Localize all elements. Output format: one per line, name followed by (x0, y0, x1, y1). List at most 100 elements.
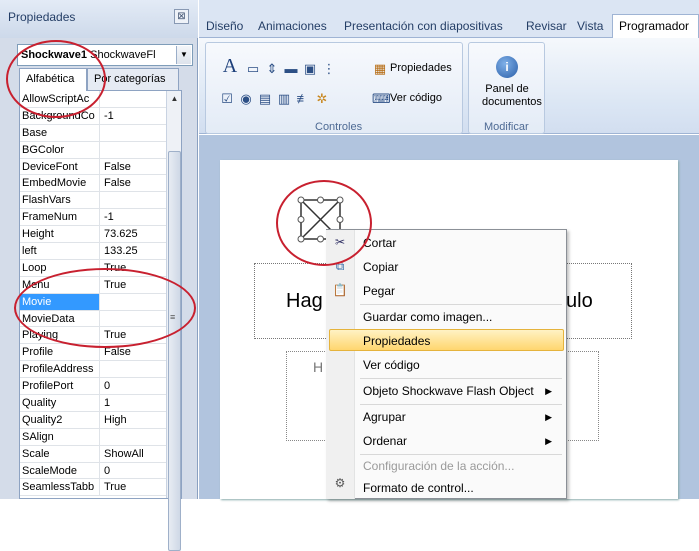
menu-item-label: Pegar (363, 284, 396, 298)
ribbon-tab-design[interactable]: Diseño (206, 19, 243, 33)
subtitle-text: H (313, 359, 324, 375)
scrollbar-control-icon[interactable]: ⋮ (321, 61, 337, 77)
command-button-icon[interactable]: ▬ (283, 61, 299, 77)
property-row[interactable]: BGColor (20, 141, 181, 159)
property-row[interactable]: Base (20, 124, 181, 142)
property-value[interactable]: 0 (101, 463, 165, 479)
menu-item-format-control[interactable]: Formato de control... (355, 477, 560, 499)
document-panel-icon[interactable]: i (496, 56, 518, 78)
properties-icon[interactable]: ▦ (372, 61, 388, 77)
combobox-control-icon[interactable]: ▥ (276, 91, 292, 107)
ribbon-tab-developer[interactable]: Programador (612, 14, 699, 39)
spin-button-icon[interactable]: ⇕ (264, 61, 280, 77)
property-row[interactable]: Quality2 High (20, 411, 181, 429)
menu-item-cut[interactable]: Cortar (355, 232, 560, 254)
property-value[interactable]: False (101, 175, 165, 191)
ribbon-tab-animations[interactable]: Animaciones (258, 19, 327, 33)
menu-item-action-settings: Configuración de la acción... (355, 455, 560, 477)
menu-separator (360, 304, 562, 305)
property-row[interactable]: ScaleMode 0 (20, 462, 181, 480)
property-name: ProfileAddress (20, 361, 100, 378)
property-name: Scale (20, 445, 100, 462)
property-row[interactable]: ProfilePort 0 (20, 378, 181, 396)
submenu-arrow-icon: ▶ (545, 436, 552, 446)
property-name: ScaleMode (20, 462, 100, 479)
option-button-icon[interactable]: ◉ (238, 91, 254, 107)
submenu-arrow-icon: ▶ (545, 412, 552, 422)
property-value[interactable]: -1 (101, 209, 165, 225)
property-row[interactable]: SeamlessTabb True (20, 479, 181, 497)
property-name: DeviceFont (20, 158, 100, 175)
menu-separator (360, 378, 562, 379)
listbox-control-icon[interactable]: ▤ (257, 91, 273, 107)
label-control-icon[interactable]: A (219, 56, 241, 80)
property-row[interactable]: Height 73.625 (20, 226, 181, 244)
property-name: Base (20, 124, 100, 141)
menu-item-shockwave-object[interactable]: Objeto Shockwave Flash Object ▶ (355, 380, 560, 402)
property-value[interactable]: -1 (101, 108, 165, 124)
property-name: Quality2 (20, 411, 100, 428)
property-value[interactable]: False (101, 159, 165, 175)
controls-group-label: Controles (315, 121, 363, 133)
menu-item-view-code[interactable]: Ver código (355, 354, 560, 376)
document-panel-label-2: documentos (482, 96, 542, 108)
property-row[interactable]: ProfileAddress (20, 361, 181, 379)
property-row[interactable]: FrameNum -1 (20, 209, 181, 227)
view-code-button[interactable]: Ver código (390, 92, 442, 104)
property-row[interactable]: DeviceFont False (20, 158, 181, 176)
property-name: FlashVars (20, 192, 100, 209)
property-row[interactable]: EmbedMovie False (20, 175, 181, 193)
property-value[interactable]: 73.625 (101, 226, 165, 242)
menu-item-group[interactable]: Agrupar ▶ (355, 406, 560, 428)
property-name: SeamlessTabb (20, 479, 100, 496)
chevron-down-icon[interactable]: ▼ (176, 46, 191, 64)
property-name: FrameNum (20, 209, 100, 226)
menu-item-label: Objeto Shockwave Flash Object (363, 384, 534, 398)
property-name: ProfilePort (20, 378, 100, 395)
view-code-icon[interactable]: ⌨ (372, 91, 391, 107)
properties-button[interactable]: Propiedades (390, 62, 452, 74)
title-text-right: ulo (566, 290, 593, 312)
menu-item-save-as-image[interactable]: Guardar como imagen... (355, 306, 560, 328)
ribbon-tab-review[interactable]: Revisar (526, 19, 567, 33)
submenu-arrow-icon: ▶ (545, 386, 552, 396)
property-name: Quality (20, 395, 100, 411)
tab-alphabetic[interactable]: Alfabética (19, 68, 87, 91)
property-row[interactable]: left 133.25 (20, 243, 181, 260)
property-value[interactable]: 0 (101, 378, 165, 394)
close-icon[interactable]: ⊠ (174, 9, 189, 24)
menu-item-label: Formato de control... (363, 481, 474, 495)
annotation-ellipse-movie (14, 268, 196, 348)
property-value[interactable]: 1 (101, 395, 165, 411)
property-value[interactable]: True (101, 479, 165, 495)
ribbon-tab-view[interactable]: Vista (577, 19, 603, 33)
modify-group-label: Modificar (484, 121, 529, 133)
title-text-left: Hag (286, 290, 323, 312)
property-row[interactable]: Scale ShowAll (20, 445, 181, 463)
image-control-icon[interactable]: ▣ (302, 61, 318, 77)
menu-item-order[interactable]: Ordenar ▶ (355, 430, 560, 452)
format-icon: ⚙ (334, 476, 346, 490)
menu-item-paste[interactable]: Pegar (355, 280, 560, 302)
property-row[interactable]: FlashVars (20, 192, 181, 210)
properties-title: Propiedades (8, 10, 76, 24)
more-controls-icon[interactable]: ✲ (314, 91, 330, 107)
object-type: ShockwaveFl (90, 49, 156, 61)
property-value[interactable]: High (101, 412, 165, 428)
menu-item-label: Copiar (363, 260, 399, 274)
property-row[interactable]: Quality 1 (20, 395, 181, 412)
textbox-control-icon[interactable]: ▭ (245, 61, 261, 77)
menu-item-properties[interactable]: Propiedades (355, 330, 560, 352)
document-panel-button[interactable]: Panel de documentos (482, 83, 542, 109)
annotation-ellipse-object (276, 180, 372, 266)
scroll-up-arrow-icon[interactable]: ▲ (167, 91, 182, 106)
scrollbar-thumb[interactable] (168, 151, 181, 551)
menu-item-copy[interactable]: Copiar (355, 256, 560, 278)
property-value[interactable]: ShowAll (101, 446, 165, 462)
property-name: left (20, 243, 100, 259)
checkbox-control-icon[interactable]: ☑ (219, 91, 235, 107)
property-row[interactable]: SAlign (20, 428, 181, 446)
ribbon-tab-slideshow[interactable]: Presentación con diapositivas (344, 19, 503, 33)
property-value[interactable]: 133.25 (101, 243, 165, 259)
toggle-button-icon[interactable]: ≢ (295, 91, 311, 107)
